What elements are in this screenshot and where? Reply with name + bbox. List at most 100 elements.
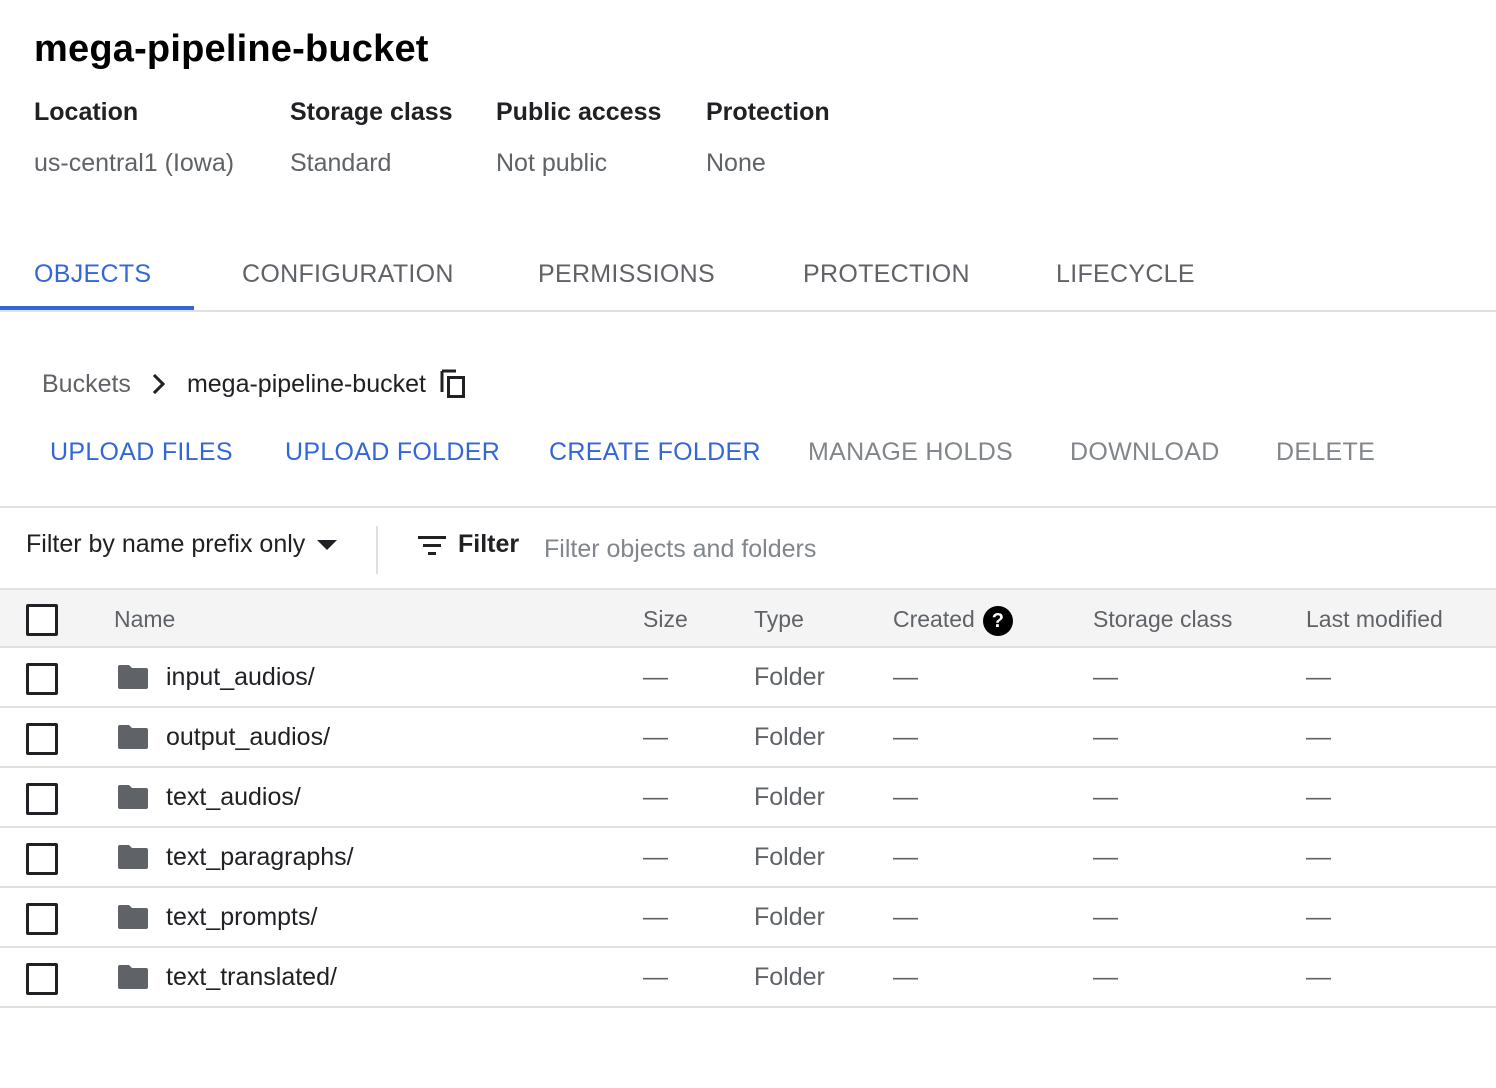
row-checkbox[interactable] <box>26 723 58 755</box>
row-checkbox[interactable] <box>26 903 58 935</box>
storage-class-cell: — <box>1093 663 1118 691</box>
column-header-created-label[interactable]: Created <box>893 606 975 632</box>
select-all-checkbox[interactable] <box>26 604 58 636</box>
row-checkbox[interactable] <box>26 843 58 875</box>
column-header-type[interactable]: Type <box>754 590 804 648</box>
storage-class-cell: — <box>1093 843 1118 871</box>
delete-button[interactable]: DELETE <box>1276 438 1375 467</box>
type-cell: Folder <box>754 903 825 931</box>
type-cell: Folder <box>754 723 825 751</box>
folder-icon <box>118 725 148 749</box>
row-checkbox[interactable] <box>26 783 58 815</box>
column-header-created: Created? <box>893 590 1013 648</box>
filter-divider <box>376 526 378 574</box>
table-row[interactable]: text_translated/ — Folder — — — <box>0 948 1496 1008</box>
property-label: Storage class <box>290 98 453 126</box>
last-modified-cell: — <box>1306 723 1331 751</box>
tab-protection[interactable]: PROTECTION <box>803 236 970 310</box>
filter-list-icon <box>418 535 446 555</box>
breadcrumb-buckets-link[interactable]: Buckets <box>42 370 131 399</box>
filter-bar: Filter by name prefix only Filter <box>0 506 1496 590</box>
folder-name-link[interactable]: text_prompts/ <box>166 888 317 946</box>
folder-name-link[interactable]: text_translated/ <box>166 948 337 1006</box>
folder-icon <box>118 845 148 869</box>
property-value: us-central1 (Iowa) <box>34 149 235 177</box>
column-header-name[interactable]: Name <box>114 590 175 648</box>
bucket-title: mega-pipeline-bucket <box>34 28 429 70</box>
column-header-last-modified[interactable]: Last modified <box>1306 590 1443 648</box>
type-cell: Folder <box>754 783 825 811</box>
storage-class-cell: — <box>1093 903 1118 931</box>
property-location: Location us-central1 (Iowa) <box>34 98 234 178</box>
property-label: Location <box>34 98 139 126</box>
bucket-properties: Location us-central1 (Iowa) Storage clas… <box>0 98 1000 188</box>
type-cell: Folder <box>754 843 825 871</box>
folder-name-link[interactable]: input_audios/ <box>166 648 315 706</box>
table-row[interactable]: input_audios/ — Folder — — — <box>0 648 1496 708</box>
storage-class-cell: — <box>1093 723 1118 751</box>
folder-name-link[interactable]: output_audios/ <box>166 708 330 766</box>
folder-icon <box>118 785 148 809</box>
property-label: Public access <box>496 98 662 126</box>
size-cell: — <box>643 783 668 811</box>
create-folder-button[interactable]: CREATE FOLDER <box>549 438 761 467</box>
folder-name-link[interactable]: text_audios/ <box>166 768 301 826</box>
last-modified-cell: — <box>1306 783 1331 811</box>
table-row[interactable]: text_paragraphs/ — Folder — — — <box>0 828 1496 888</box>
table-row[interactable]: text_prompts/ — Folder — — — <box>0 888 1496 948</box>
active-tab-indicator <box>0 306 194 310</box>
folder-icon <box>118 665 148 689</box>
tab-lifecycle[interactable]: LIFECYCLE <box>1056 236 1195 310</box>
created-cell: — <box>893 783 918 811</box>
folder-icon <box>118 905 148 929</box>
filter-mode-label: Filter by name prefix only <box>26 530 306 558</box>
type-cell: Folder <box>754 963 825 991</box>
last-modified-cell: — <box>1306 903 1331 931</box>
manage-holds-button[interactable]: MANAGE HOLDS <box>808 438 1013 467</box>
help-icon[interactable]: ? <box>982 605 1013 636</box>
table-header: Name Size Type Created? Storage class La… <box>0 588 1496 648</box>
created-cell: — <box>893 663 918 691</box>
table-row[interactable]: output_audios/ — Folder — — — <box>0 708 1496 768</box>
filter-input[interactable] <box>544 526 1444 572</box>
property-public-access: Public access Not public <box>496 98 661 178</box>
folder-name-link[interactable]: text_paragraphs/ <box>166 828 354 886</box>
property-storage-class: Storage class Standard <box>290 98 453 178</box>
storage-class-cell: — <box>1093 783 1118 811</box>
size-cell: — <box>643 663 668 691</box>
breadcrumb: Buckets mega-pipeline-bucket <box>42 364 468 404</box>
property-label: Protection <box>706 98 830 126</box>
last-modified-cell: — <box>1306 963 1331 991</box>
filter-button[interactable]: Filter <box>418 530 519 559</box>
action-toolbar: UPLOAD FILES UPLOAD FOLDER CREATE FOLDER… <box>0 438 1496 478</box>
download-button[interactable]: DOWNLOAD <box>1070 438 1220 467</box>
tab-objects[interactable]: OBJECTS <box>34 236 151 310</box>
created-cell: — <box>893 843 918 871</box>
storage-class-cell: — <box>1093 963 1118 991</box>
created-cell: — <box>893 723 918 751</box>
last-modified-cell: — <box>1306 663 1331 691</box>
filter-button-label: Filter <box>458 530 520 558</box>
breadcrumb-current: mega-pipeline-bucket <box>186 369 426 398</box>
copy-icon[interactable] <box>440 368 468 400</box>
column-header-size[interactable]: Size <box>643 590 688 648</box>
caret-down-icon <box>317 539 338 550</box>
chevron-right-icon <box>131 373 187 395</box>
property-value: None <box>706 149 766 177</box>
size-cell: — <box>643 843 668 871</box>
row-checkbox[interactable] <box>26 663 58 695</box>
objects-table: Name Size Type Created? Storage class La… <box>0 588 1496 1008</box>
table-row[interactable]: text_audios/ — Folder — — — <box>0 768 1496 828</box>
created-cell: — <box>893 963 918 991</box>
filter-mode-dropdown[interactable]: Filter by name prefix only <box>26 530 338 559</box>
type-cell: Folder <box>754 663 825 691</box>
row-checkbox[interactable] <box>26 963 58 995</box>
tab-configuration[interactable]: CONFIGURATION <box>242 236 454 310</box>
size-cell: — <box>643 723 668 751</box>
property-value: Standard <box>290 149 392 177</box>
column-header-storage-class[interactable]: Storage class <box>1093 590 1232 648</box>
upload-folder-button[interactable]: UPLOAD FOLDER <box>285 438 500 467</box>
property-protection: Protection None <box>706 98 830 178</box>
tab-permissions[interactable]: PERMISSIONS <box>538 236 715 310</box>
upload-files-button[interactable]: UPLOAD FILES <box>50 438 233 467</box>
